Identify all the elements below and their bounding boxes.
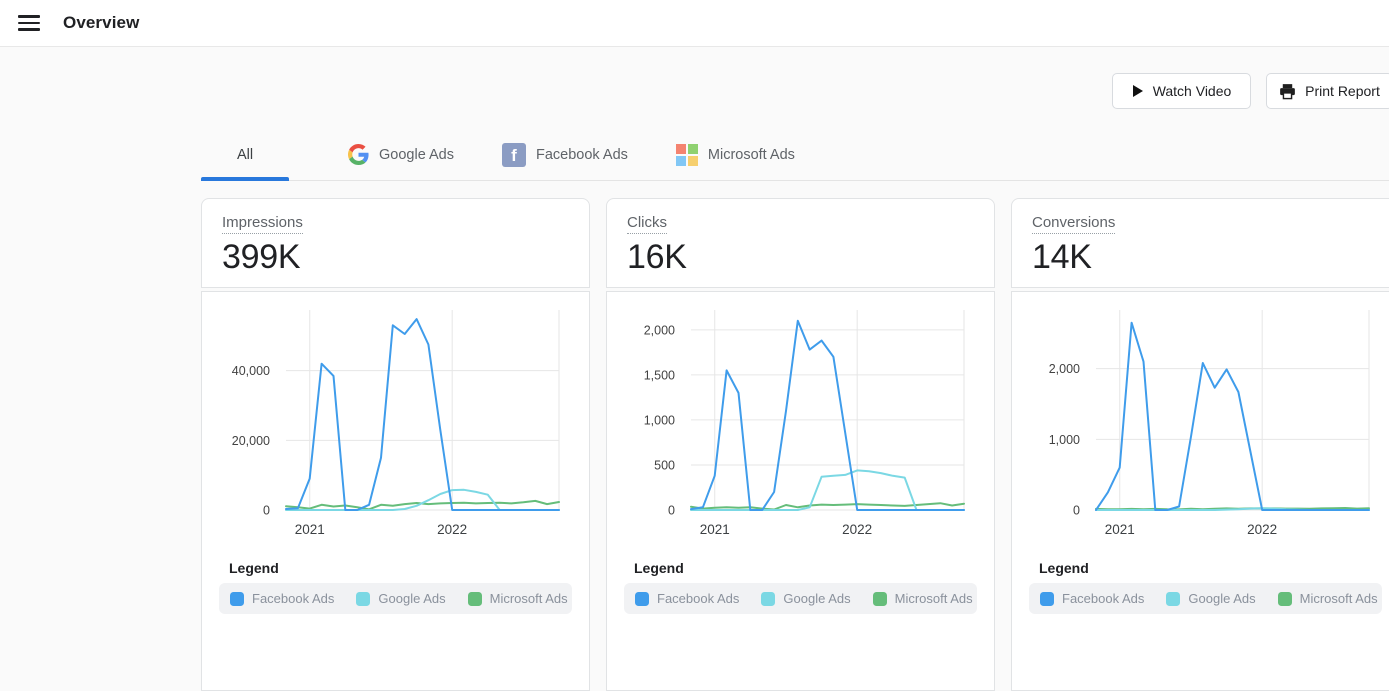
legend-item: Microsoft Ads: [1278, 591, 1378, 606]
metric-value: 399K: [222, 238, 569, 277]
legend-label: Google Ads: [1188, 591, 1255, 606]
line-chart-svg: 0 1,000 2,000 2021 2022: [1012, 298, 1389, 546]
y-axis-tick-label: 0: [1073, 504, 1080, 518]
y-axis-tick-label: 2,000: [644, 323, 675, 337]
legend-label: Facebook Ads: [657, 591, 739, 606]
series-line-microsoft-ads: [691, 503, 964, 509]
legend-swatch: [1278, 592, 1292, 606]
watch-video-button[interactable]: Watch Video: [1112, 73, 1251, 109]
metric-value: 16K: [627, 238, 974, 277]
legend: Facebook Ads Google Ads Microsoft Ads: [624, 583, 977, 614]
legend-title: Legend: [229, 560, 589, 576]
legend-item: Facebook Ads: [230, 591, 334, 606]
metric-card-header: Impressions 399K: [201, 198, 590, 288]
legend-item: Facebook Ads: [1040, 591, 1144, 606]
y-axis-tick-label: 500: [654, 458, 675, 472]
y-axis-tick-label: 0: [263, 504, 270, 518]
metric-card: Impressions 399K 0 20,000 40,000 2021 2022 L…: [201, 198, 590, 691]
print-report-button[interactable]: Print Report: [1266, 73, 1389, 109]
app-header: Overview: [0, 0, 1389, 47]
y-axis-tick-label: 20,000: [232, 434, 270, 448]
metric-card: Conversions 14K 0 1,000 2,000 2021 2022 Lege…: [1011, 198, 1389, 691]
google-logo: [348, 144, 369, 165]
printer-icon: [1279, 83, 1296, 100]
metric-card-header: Clicks 16K: [606, 198, 995, 288]
metric-label[interactable]: Impressions: [222, 214, 303, 234]
legend-label: Google Ads: [378, 591, 445, 606]
line-chart-svg: 0 20,000 40,000 2021 2022: [202, 298, 589, 546]
legend-swatch: [1166, 592, 1180, 606]
x-axis-tick-label: 2022: [842, 522, 872, 537]
tab-label: Microsoft Ads: [708, 147, 795, 163]
tab-microsoft-ads[interactable]: Microsoft Ads: [652, 128, 819, 181]
legend-swatch: [873, 592, 887, 606]
x-axis-tick-label: 2021: [295, 522, 325, 537]
hamburger-menu-icon[interactable]: [12, 6, 46, 40]
tab-google-ads[interactable]: Google Ads: [324, 128, 478, 181]
tab-label: Google Ads: [379, 147, 454, 163]
y-axis-tick-label: 1,000: [1049, 433, 1080, 447]
legend-label: Microsoft Ads: [895, 591, 973, 606]
series-line-google-ads: [286, 490, 559, 510]
line-chart: 0 20,000 40,000 2021 2022: [202, 298, 589, 546]
metric-label[interactable]: Clicks: [627, 214, 667, 234]
tab-label: Facebook Ads: [536, 147, 628, 163]
tab-label: All: [237, 147, 253, 163]
facebook-logo: f: [502, 143, 526, 167]
legend-label: Google Ads: [783, 591, 850, 606]
x-axis-tick-label: 2022: [437, 522, 467, 537]
legend-label: Microsoft Ads: [490, 591, 568, 606]
play-icon: [1132, 84, 1144, 98]
legend-swatch: [761, 592, 775, 606]
legend-title: Legend: [1039, 560, 1389, 576]
legend-item: Microsoft Ads: [468, 591, 568, 606]
series-line-facebook-ads: [286, 319, 559, 510]
legend-label: Facebook Ads: [1062, 591, 1144, 606]
metric-card: Clicks 16K 0 500 1,000 1,500 2,000 2021 2022 L…: [606, 198, 995, 691]
legend-title: Legend: [634, 560, 994, 576]
legend-swatch: [468, 592, 482, 606]
legend-label: Facebook Ads: [252, 591, 334, 606]
tab-bar: All Google Ads f Facebook Ads Microsoft Ads: [201, 128, 819, 181]
legend-swatch: [230, 592, 244, 606]
y-axis-tick-label: 2,000: [1049, 362, 1080, 376]
legend: Facebook Ads Google Ads Microsoft Ads: [1029, 583, 1382, 614]
watch-video-label: Watch Video: [1153, 83, 1232, 99]
page-title: Overview: [63, 13, 139, 33]
x-axis-tick-label: 2022: [1247, 522, 1277, 537]
tab-all[interactable]: All: [201, 128, 289, 181]
y-axis-tick-label: 0: [668, 504, 675, 518]
legend-label: Microsoft Ads: [1300, 591, 1378, 606]
line-chart: 0 500 1,000 1,500 2,000 2021 2022: [607, 298, 994, 546]
legend-swatch: [635, 592, 649, 606]
metric-chart-panel: 0 1,000 2,000 2021 2022 Legend Facebook Ads G…: [1011, 291, 1389, 691]
legend-item: Google Ads: [1166, 591, 1255, 606]
tab-facebook-ads[interactable]: f Facebook Ads: [478, 128, 652, 181]
metric-value: 14K: [1032, 238, 1379, 277]
x-axis-tick-label: 2021: [700, 522, 730, 537]
metric-card-header: Conversions 14K: [1011, 198, 1389, 288]
y-axis-tick-label: 40,000: [232, 364, 270, 378]
line-chart-svg: 0 500 1,000 1,500 2,000 2021 2022: [607, 298, 994, 546]
metric-chart-panel: 0 500 1,000 1,500 2,000 2021 2022 Legend Faceb…: [606, 291, 995, 691]
legend: Facebook Ads Google Ads Microsoft Ads: [219, 583, 572, 614]
microsoft-logo: [676, 144, 698, 166]
cards-row: Impressions 399K 0 20,000 40,000 2021 2022 L…: [201, 198, 1389, 691]
y-axis-tick-label: 1,000: [644, 413, 675, 427]
legend-item: Google Ads: [356, 591, 445, 606]
legend-item: Facebook Ads: [635, 591, 739, 606]
line-chart: 0 1,000 2,000 2021 2022: [1012, 298, 1389, 546]
metric-label[interactable]: Conversions: [1032, 214, 1115, 234]
legend-swatch: [1040, 592, 1054, 606]
legend-item: Microsoft Ads: [873, 591, 973, 606]
x-axis-tick-label: 2021: [1105, 522, 1135, 537]
legend-item: Google Ads: [761, 591, 850, 606]
metric-chart-panel: 0 20,000 40,000 2021 2022 Legend Facebook Ad…: [201, 291, 590, 691]
print-report-label: Print Report: [1305, 83, 1380, 99]
y-axis-tick-label: 1,500: [644, 368, 675, 382]
legend-swatch: [356, 592, 370, 606]
series-line-facebook-ads: [1096, 323, 1369, 510]
series-line-facebook-ads: [691, 321, 964, 510]
